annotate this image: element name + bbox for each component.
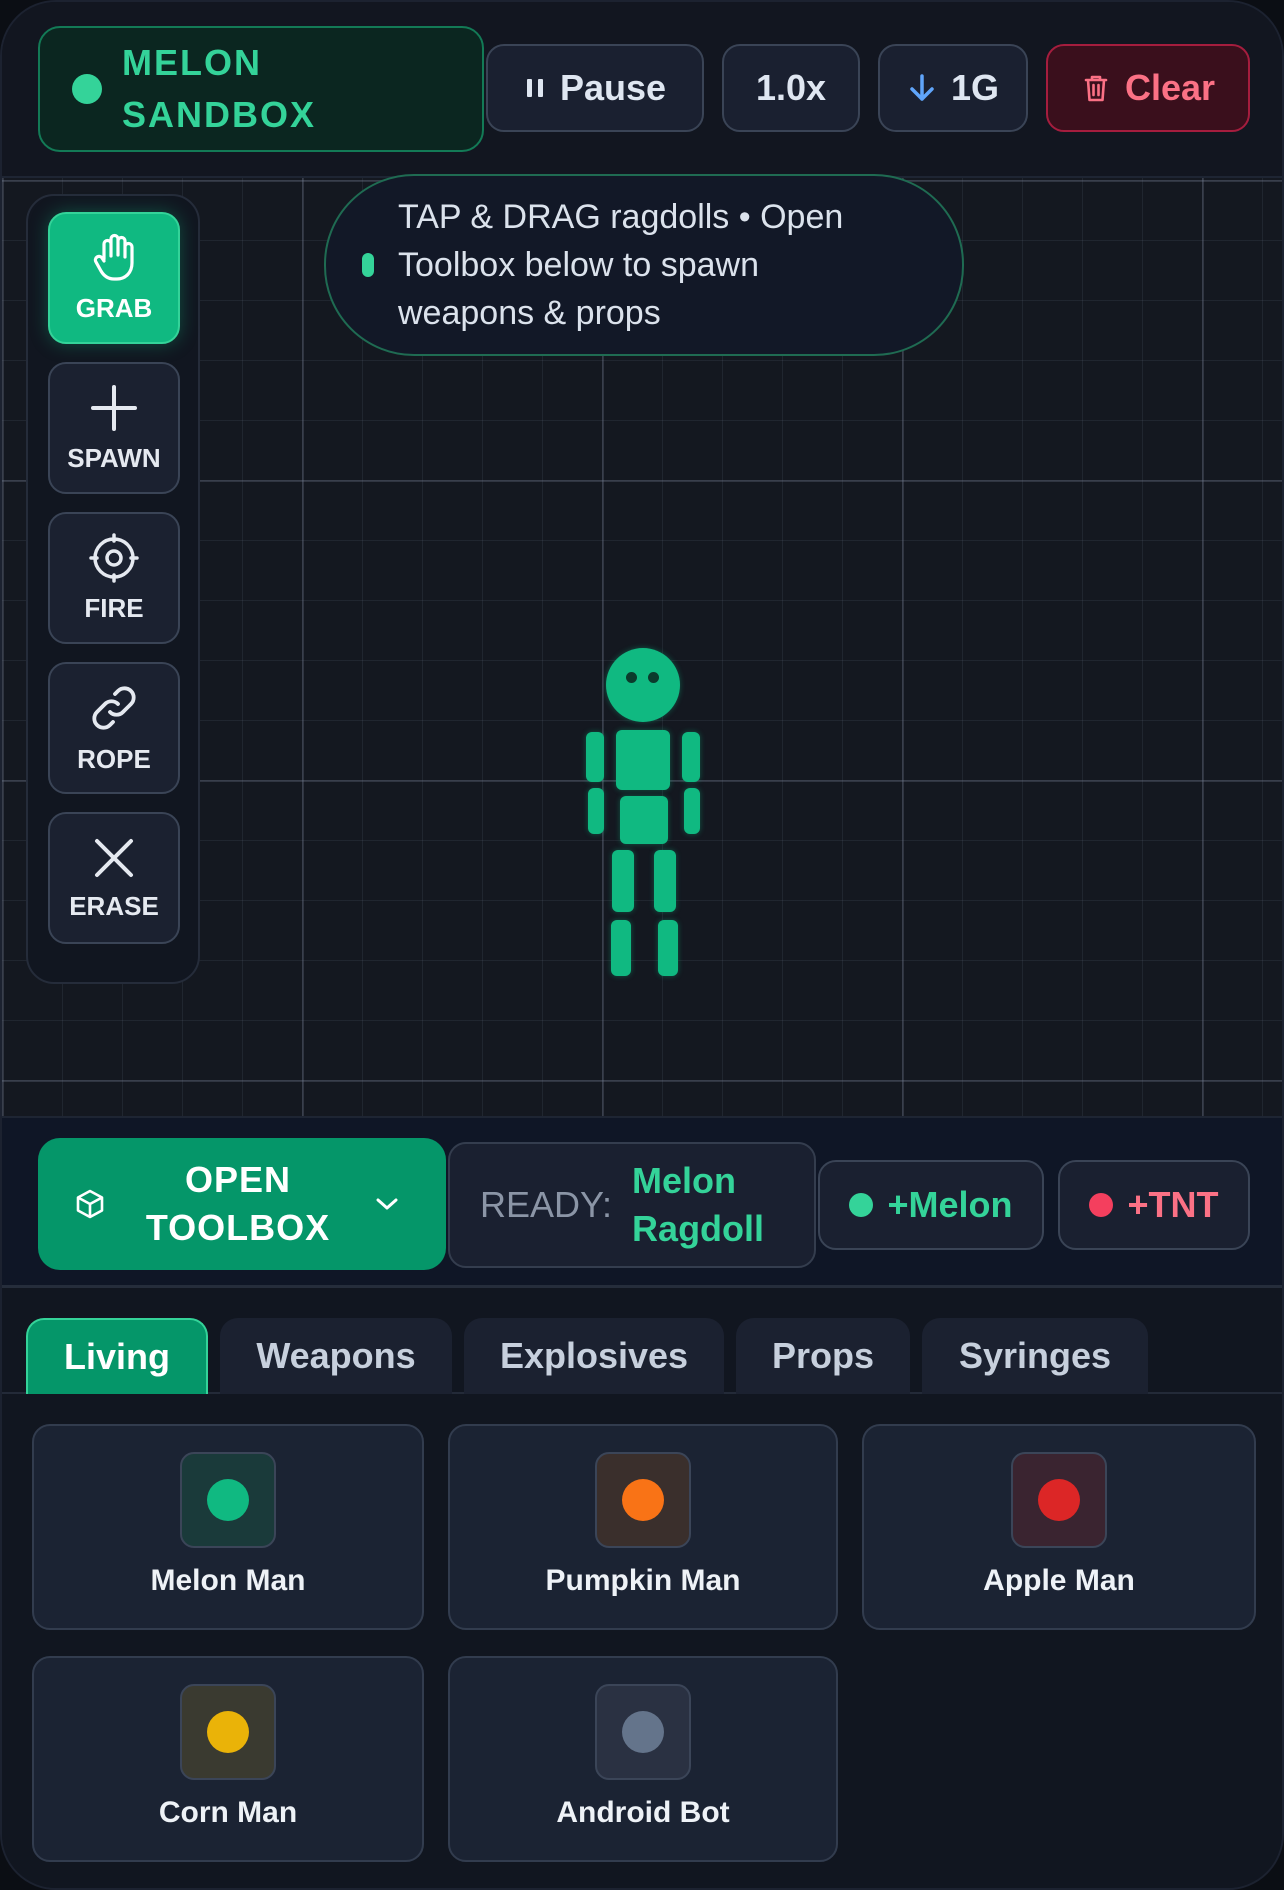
speed-label: 1.0x — [755, 67, 827, 108]
chevron-down-icon — [376, 1198, 398, 1210]
item-card-melon-man[interactable]: Melon Man — [32, 1424, 424, 1630]
crosshair-icon — [89, 532, 139, 583]
item-swatch — [595, 1684, 691, 1780]
hand-icon — [93, 233, 134, 281]
item-swatch — [180, 1452, 276, 1548]
tool-erase[interactable]: ERASE — [48, 812, 180, 944]
android-icon — [622, 1711, 664, 1753]
item-swatch — [180, 1684, 276, 1780]
tool-rope[interactable]: ROPE — [48, 662, 180, 794]
ragdoll-lower-arm-right[interactable] — [684, 788, 700, 834]
quick-melon-label: +Melon — [887, 1184, 1013, 1225]
ragdoll-upper-arm-right[interactable] — [682, 732, 700, 782]
quick-spawn-melon-button[interactable]: +Melon — [818, 1160, 1044, 1250]
tab-weapons[interactable]: Weapons — [220, 1318, 452, 1394]
item-name: Corn Man — [158, 1796, 298, 1829]
cube-icon — [76, 1189, 104, 1219]
tool-fire[interactable]: FIRE — [48, 512, 180, 644]
quick-spawn-tnt-button[interactable]: +TNT — [1058, 1160, 1250, 1250]
melon-dot-icon — [849, 1193, 874, 1217]
item-card-apple-man[interactable]: Apple Man — [862, 1424, 1256, 1630]
tab-explosives[interactable]: Explosives — [464, 1318, 724, 1394]
melon-icon — [207, 1479, 249, 1521]
open-toolbox-button[interactable]: OPEN TOOLBOX — [38, 1138, 446, 1270]
open-toolbox-label: OPEN TOOLBOX — [145, 1159, 331, 1248]
plus-icon — [91, 384, 137, 431]
item-swatch — [1011, 1452, 1107, 1548]
gravity-label: 1G — [950, 67, 1000, 108]
ragdoll-shin-right[interactable] — [658, 920, 678, 976]
tool-rope-label: ROPE — [77, 743, 151, 774]
ready-value: Melon Ragdoll — [632, 1160, 765, 1249]
trash-icon — [1084, 75, 1108, 102]
ragdoll-lower-arm-left[interactable] — [588, 788, 604, 834]
sandbox-canvas[interactable]: GRAB SPAWN FIRE ROPE ERASE TAP & DRAG ra… — [2, 174, 1282, 1116]
item-grid: Melon Man Pumpkin Man Apple Man Corn Man… — [2, 1394, 1282, 1888]
hint-dot-icon — [362, 253, 374, 277]
link-icon — [92, 685, 136, 730]
status-dot-icon — [72, 74, 102, 104]
tool-erase-label: ERASE — [69, 890, 159, 921]
ragdoll-thigh-left[interactable] — [612, 850, 634, 912]
ragdoll-eye-right — [648, 672, 659, 683]
clear-button[interactable]: Clear — [1046, 44, 1250, 132]
tool-palette: GRAB SPAWN FIRE ROPE ERASE — [26, 194, 200, 984]
ragdoll-thigh-right[interactable] — [654, 850, 676, 912]
ragdoll-upper-arm-left[interactable] — [586, 732, 604, 782]
ragdoll-torso[interactable] — [616, 730, 670, 790]
pause-label: Pause — [559, 67, 667, 108]
tool-grab[interactable]: GRAB — [48, 212, 180, 344]
melon-ragdoll[interactable] — [582, 648, 702, 988]
category-tabs: Living Weapons Explosives Props Syringes — [2, 1288, 1282, 1394]
corn-icon — [207, 1711, 249, 1753]
apple-icon — [1038, 1479, 1080, 1521]
tnt-dot-icon — [1089, 1193, 1114, 1217]
top-bar: MELON SANDBOX Pause 1.0x 1G Clear — [2, 2, 1282, 178]
ragdoll-pelvis[interactable] — [620, 796, 668, 844]
item-name: Android Bot — [556, 1796, 730, 1829]
arrow-down-icon — [910, 74, 934, 101]
x-icon — [95, 838, 133, 877]
quick-tnt-label: +TNT — [1127, 1184, 1219, 1225]
ready-label: READY: — [480, 1184, 613, 1225]
item-card-pumpkin-man[interactable]: Pumpkin Man — [448, 1424, 838, 1630]
tool-grab-label: GRAB — [75, 292, 153, 323]
app-frame: MELON SANDBOX Pause 1.0x 1G Clear GRAB S… — [0, 0, 1284, 1890]
hint-text: TAP & DRAG ragdolls • Open Toolbox below… — [398, 198, 844, 332]
ragdoll-eye-left — [626, 672, 637, 683]
tool-fire-label: FIRE — [84, 592, 144, 623]
pause-icon — [526, 79, 543, 97]
tool-spawn[interactable]: SPAWN — [48, 362, 180, 494]
item-card-android-bot[interactable]: Android Bot — [448, 1656, 838, 1862]
tab-living[interactable]: Living — [26, 1318, 208, 1394]
ragdoll-shin-left[interactable] — [611, 920, 631, 976]
action-bar: OPEN TOOLBOX READY: Melon Ragdoll +Melon… — [2, 1116, 1282, 1288]
pumpkin-icon — [622, 1479, 664, 1521]
gravity-button[interactable]: 1G — [878, 44, 1028, 132]
item-swatch — [595, 1452, 691, 1548]
item-name: Melon Man — [150, 1564, 306, 1597]
tool-spawn-label: SPAWN — [67, 442, 161, 473]
brand-badge: MELON SANDBOX — [38, 26, 484, 152]
tab-props[interactable]: Props — [736, 1318, 910, 1394]
clear-label: Clear — [1124, 67, 1216, 108]
item-name: Apple Man — [983, 1564, 1135, 1597]
item-name: Pumpkin Man — [545, 1564, 741, 1597]
ragdoll-head[interactable] — [606, 648, 680, 722]
hint-banner: TAP & DRAG ragdolls • Open Toolbox below… — [324, 174, 964, 356]
ready-indicator: READY: Melon Ragdoll — [448, 1142, 816, 1268]
item-card-corn-man[interactable]: Corn Man — [32, 1656, 424, 1862]
pause-button[interactable]: Pause — [486, 44, 704, 132]
tab-syringes[interactable]: Syringes — [922, 1318, 1148, 1394]
app-title: MELON SANDBOX — [122, 42, 317, 135]
speed-button[interactable]: 1.0x — [722, 44, 860, 132]
